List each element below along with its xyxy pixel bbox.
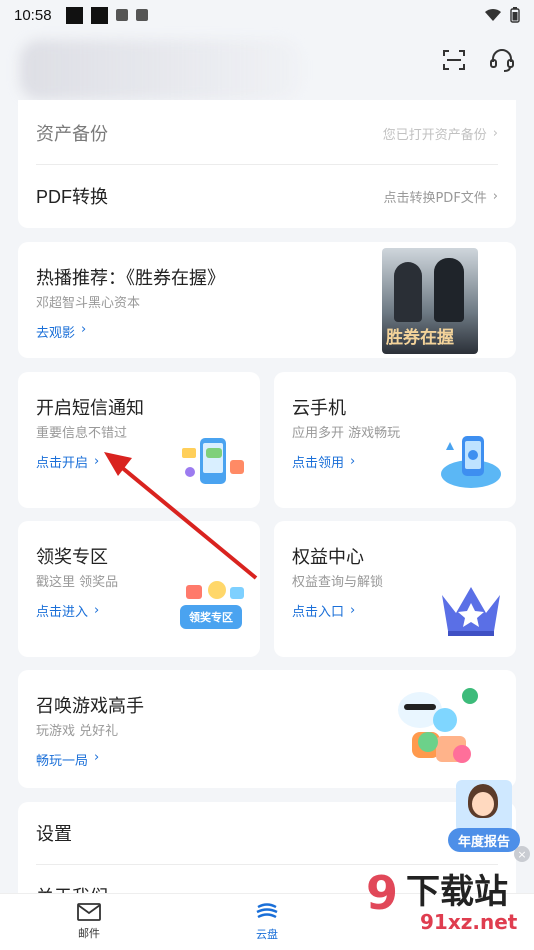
tile-link[interactable]: 点击领用 › (292, 452, 355, 471)
menu-item-title: 设置 (36, 824, 72, 844)
menu-item-pdf-convert[interactable]: PDF转换 点击转换PDF文件 › (36, 165, 498, 227)
hot-subtitle: 邓超智斗黑心资本 (36, 296, 141, 311)
tab-cloud[interactable]: 云盘 (178, 894, 356, 950)
headset-icon (490, 49, 514, 72)
tile-subtitle: 重要信息不错过 (36, 426, 128, 441)
tile-subtitle: 权益查询与解锁 (292, 575, 384, 590)
notification-icon (115, 9, 128, 21)
scan-icon (443, 50, 465, 70)
menu-item-title: PDF转换 (36, 187, 108, 207)
game-subtitle: 玩游戏 兑好礼 (36, 724, 119, 739)
tile-title: 云手机 (292, 398, 346, 419)
notification-icon (135, 9, 148, 21)
notification-icon (90, 6, 108, 24)
annual-report-float[interactable]: 年度报告 × (446, 780, 530, 862)
chevron-right-icon: › (492, 188, 498, 204)
tile-title: 权益中心 (292, 547, 364, 568)
chevron-right-icon: › (81, 322, 87, 337)
cloud-icon (256, 903, 278, 919)
movie-poster: 胜券在握 (382, 248, 478, 354)
menu-item-settings[interactable]: 设置 (36, 802, 498, 864)
game-card[interactable]: 召唤游戏高手 玩游戏 兑好礼 畅玩一局 › (18, 670, 516, 788)
cloud-phone-illustration (441, 436, 501, 488)
tile-sms-notify[interactable]: 开启短信通知 重要信息不错过 点击开启 › (18, 372, 260, 508)
phone-notify-illustration (182, 438, 244, 484)
tile-link[interactable]: 点击进入 › (36, 601, 99, 620)
blurred-profile (20, 40, 300, 100)
tab-label: 邮件 (78, 927, 100, 940)
menu-item-asset-backup[interactable]: 资产备份 您已打开资产备份 › (36, 102, 498, 164)
chevron-right-icon: › (350, 603, 356, 618)
tile-cloud-phone[interactable]: 云手机 应用多开 游戏畅玩 点击领用 › (274, 372, 516, 508)
top-bar (0, 30, 534, 100)
chevron-right-icon: › (94, 454, 100, 469)
watermark-logo: 9 下载站 91xz.net (366, 866, 518, 934)
hot-link-label: 去观影 (36, 326, 76, 341)
annual-report-label: 年度报告 (448, 828, 520, 852)
chevron-right-icon: › (350, 454, 356, 469)
scan-button[interactable] (440, 46, 468, 74)
tile-title: 开启短信通知 (36, 398, 144, 419)
tile-link[interactable]: 点击入口 › (292, 601, 355, 620)
status-time: 10:58 (14, 6, 52, 24)
chevron-right-icon: › (94, 603, 100, 618)
tile-benefits[interactable]: 权益中心 权益查询与解锁 点击入口 › (274, 521, 516, 657)
tab-mail[interactable]: 邮件 (0, 894, 178, 950)
chevron-right-icon: › (492, 125, 498, 141)
menu-card-top: 资产备份 您已打开资产备份 › PDF转换 点击转换PDF文件 › (18, 100, 516, 228)
rewards-illustration: 领奖专区 (180, 579, 250, 639)
customer-service-button[interactable] (488, 46, 516, 74)
game-title: 召唤游戏高手 (36, 696, 144, 717)
menu-item-hint: 点击转换PDF文件 (383, 190, 487, 206)
watermark-brand: 下载站 (406, 872, 508, 912)
tile-link[interactable]: 点击开启 › (36, 452, 99, 471)
tile-rewards[interactable]: 领奖专区 戳这里 领奖品 点击进入 › 领奖专区 (18, 521, 260, 657)
mail-icon (77, 903, 101, 921)
watermark-domain: 91xz.net (420, 910, 518, 934)
menu-item-hint: 您已打开资产备份 (382, 127, 487, 143)
game-link-label: 畅玩一局 (36, 754, 89, 769)
hot-title: 热播推荐：《胜券在握》 (36, 268, 225, 289)
rewards-badge: 领奖专区 (180, 605, 242, 629)
tab-label: 云盘 (256, 928, 278, 941)
hot-watch-link[interactable]: 去观影 › (36, 322, 86, 341)
tile-title: 领奖专区 (36, 547, 108, 568)
game-illustration (398, 688, 478, 763)
poster-title: 胜券在握 (386, 328, 454, 348)
crown-icon (442, 587, 500, 636)
game-play-link[interactable]: 畅玩一局 › (36, 750, 99, 769)
battery-icon (510, 7, 520, 23)
status-bar: 10:58 (0, 0, 534, 30)
menu-item-title: 资产备份 (36, 124, 108, 144)
tile-subtitle: 应用多开 游戏畅玩 (292, 426, 401, 441)
wifi-icon (485, 8, 501, 21)
tile-subtitle: 戳这里 领奖品 (36, 575, 119, 590)
chevron-right-icon: › (94, 750, 100, 765)
notification-icon (65, 6, 83, 24)
hot-recommend-card[interactable]: 热播推荐：《胜券在握》 邓超智斗黑心资本 去观影 › 胜券在握 (18, 242, 516, 358)
